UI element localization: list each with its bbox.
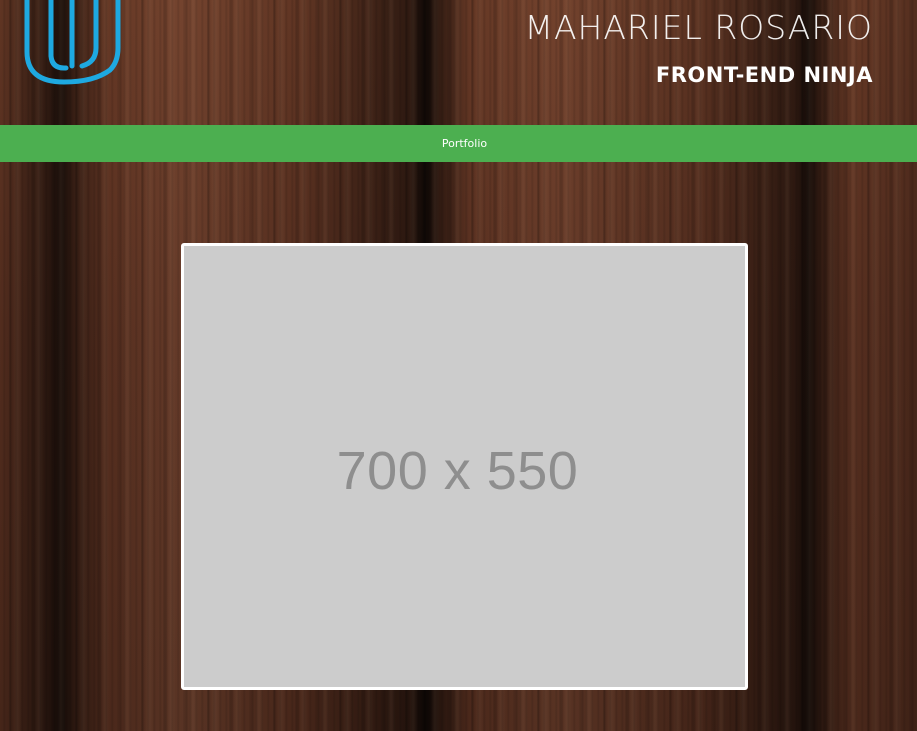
udacity-logo-icon[interactable] (18, 0, 128, 98)
site-owner-name: MAHARIEL ROSARIO (524, 8, 873, 47)
placeholder-size-label: 700 x 550 (336, 440, 579, 501)
site-header: MAHARIEL ROSARIO FRONT-END NINJA (0, 0, 917, 125)
site-subtitle: FRONT-END NINJA (655, 63, 873, 87)
nav-bar: Portfolio (0, 125, 917, 162)
nav-link-portfolio[interactable]: Portfolio (442, 137, 487, 150)
portfolio-placeholder-image: 700 x 550 (181, 243, 748, 690)
